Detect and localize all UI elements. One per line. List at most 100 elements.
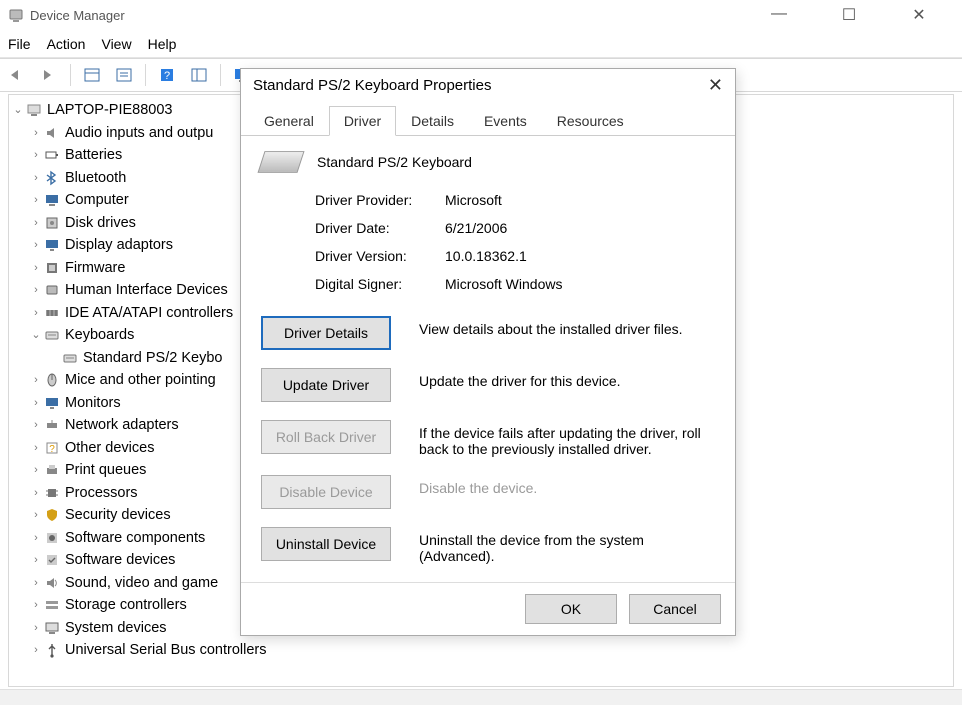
menu-view[interactable]: View	[101, 36, 131, 52]
sound-icon	[43, 574, 61, 592]
dialog-title-bar: Standard PS/2 Keyboard Properties ✕	[241, 69, 735, 103]
processor-icon	[43, 484, 61, 502]
tree-item-label: Universal Serial Bus controllers	[65, 639, 266, 662]
minimize-button[interactable]: —	[756, 5, 802, 25]
collapse-icon[interactable]: ⌄	[29, 324, 43, 347]
expand-icon[interactable]: ›	[29, 234, 43, 257]
menu-file[interactable]: File	[8, 36, 31, 52]
tab-resources[interactable]: Resources	[542, 106, 639, 136]
status-bar	[0, 689, 962, 705]
maximize-button[interactable]: ☐	[826, 5, 872, 25]
bluetooth-icon	[43, 169, 61, 187]
tab-driver[interactable]: Driver	[329, 106, 396, 136]
rollback-driver-button: Roll Back Driver	[261, 420, 391, 454]
help-icon[interactable]: ?	[154, 62, 180, 88]
app-icon	[8, 7, 24, 23]
scan-icon[interactable]	[111, 62, 137, 88]
svg-text:?: ?	[49, 444, 55, 455]
mouse-icon	[43, 371, 61, 389]
dialog-footer: OK Cancel	[241, 582, 735, 635]
driver-details-button[interactable]: Driver Details	[261, 316, 391, 350]
ok-button[interactable]: OK	[525, 594, 617, 624]
expand-icon[interactable]: ›	[29, 144, 43, 167]
monitor-icon	[43, 394, 61, 412]
tree-item-label: Processors	[65, 482, 138, 505]
dialog-tabs: General Driver Details Events Resources	[241, 105, 735, 136]
tree-item-label: Network adapters	[65, 414, 179, 437]
audio-icon	[43, 124, 61, 142]
expand-icon[interactable]: ›	[29, 369, 43, 392]
expand-icon[interactable]: ›	[29, 437, 43, 460]
properties-icon[interactable]	[186, 62, 212, 88]
tab-events[interactable]: Events	[469, 106, 542, 136]
disable-device-desc: Disable the device.	[419, 475, 715, 496]
expand-icon[interactable]: ›	[29, 302, 43, 325]
expand-icon[interactable]: ›	[29, 594, 43, 617]
expand-icon[interactable]: ›	[29, 639, 43, 662]
battery-icon	[43, 146, 61, 164]
expand-icon[interactable]: ›	[29, 549, 43, 572]
firmware-icon	[43, 259, 61, 277]
expand-icon[interactable]: ›	[29, 572, 43, 595]
tree-item-label: Storage controllers	[65, 594, 187, 617]
tree-item-label: Audio inputs and outpu	[65, 122, 213, 145]
rollback-driver-desc: If the device fails after updating the d…	[419, 420, 715, 457]
tree-item-label: Security devices	[65, 504, 171, 527]
date-value: 6/21/2006	[445, 220, 715, 236]
svg-text:?: ?	[164, 70, 170, 82]
back-icon[interactable]	[4, 62, 30, 88]
expand-icon[interactable]: ›	[29, 257, 43, 280]
update-driver-button[interactable]: Update Driver	[261, 368, 391, 402]
expand-icon[interactable]: ›	[29, 167, 43, 190]
expand-icon[interactable]: ›	[29, 189, 43, 212]
tab-general[interactable]: General	[249, 106, 329, 136]
expand-icon[interactable]: ›	[29, 212, 43, 235]
ide-icon	[43, 304, 61, 322]
menu-bar: File Action View Help	[0, 30, 962, 58]
cancel-button[interactable]: Cancel	[629, 594, 721, 624]
expand-icon[interactable]: ›	[29, 482, 43, 505]
show-hide-icon[interactable]	[79, 62, 105, 88]
device-name: Standard PS/2 Keyboard	[317, 154, 472, 170]
forward-icon[interactable]	[36, 62, 62, 88]
uninstall-device-desc: Uninstall the device from the system (Ad…	[419, 527, 715, 564]
uninstall-device-button[interactable]: Uninstall Device	[261, 527, 391, 561]
display-icon	[43, 236, 61, 254]
tree-item-label: Software components	[65, 527, 205, 550]
update-driver-desc: Update the driver for this device.	[419, 368, 715, 389]
other-icon: ?	[43, 439, 61, 457]
tree-item-label: Software devices	[65, 549, 175, 572]
tree-item-label: Sound, video and game	[65, 572, 218, 595]
driver-details-desc: View details about the installed driver …	[419, 316, 715, 337]
dialog-body: Standard PS/2 Keyboard Driver Provider: …	[241, 136, 735, 582]
tab-details[interactable]: Details	[396, 106, 469, 136]
close-button[interactable]: ✕	[896, 5, 942, 25]
expand-icon[interactable]: ›	[29, 504, 43, 527]
menu-action[interactable]: Action	[47, 36, 86, 52]
tree-item-label: Monitors	[65, 392, 121, 415]
tree-item-label: Other devices	[65, 437, 154, 460]
keyboard-icon	[61, 349, 79, 367]
window-controls: — ☐ ✕	[756, 5, 954, 25]
title-bar: Device Manager — ☐ ✕	[0, 0, 962, 30]
signer-label: Digital Signer:	[315, 276, 445, 292]
print-icon	[43, 461, 61, 479]
menu-help[interactable]: Help	[148, 36, 177, 52]
disk-icon	[43, 214, 61, 232]
expand-icon[interactable]: ›	[29, 527, 43, 550]
expand-icon[interactable]: ›	[29, 414, 43, 437]
collapse-icon[interactable]: ⌄	[11, 99, 25, 122]
disable-device-button: Disable Device	[261, 475, 391, 509]
expand-icon[interactable]: ›	[29, 392, 43, 415]
expand-icon[interactable]: ›	[29, 617, 43, 640]
expand-icon[interactable]: ›	[29, 279, 43, 302]
expand-icon[interactable]: ›	[29, 459, 43, 482]
expand-icon[interactable]: ›	[29, 122, 43, 145]
tree-item[interactable]: › Universal Serial Bus controllers	[29, 639, 951, 662]
network-icon	[43, 416, 61, 434]
tree-subitem-label: Standard PS/2 Keybo	[83, 347, 222, 370]
security-icon	[43, 506, 61, 524]
properties-dialog: Standard PS/2 Keyboard Properties ✕ Gene…	[240, 68, 736, 636]
dialog-close-icon[interactable]: ✕	[708, 75, 723, 96]
tree-item-label: System devices	[65, 617, 167, 640]
